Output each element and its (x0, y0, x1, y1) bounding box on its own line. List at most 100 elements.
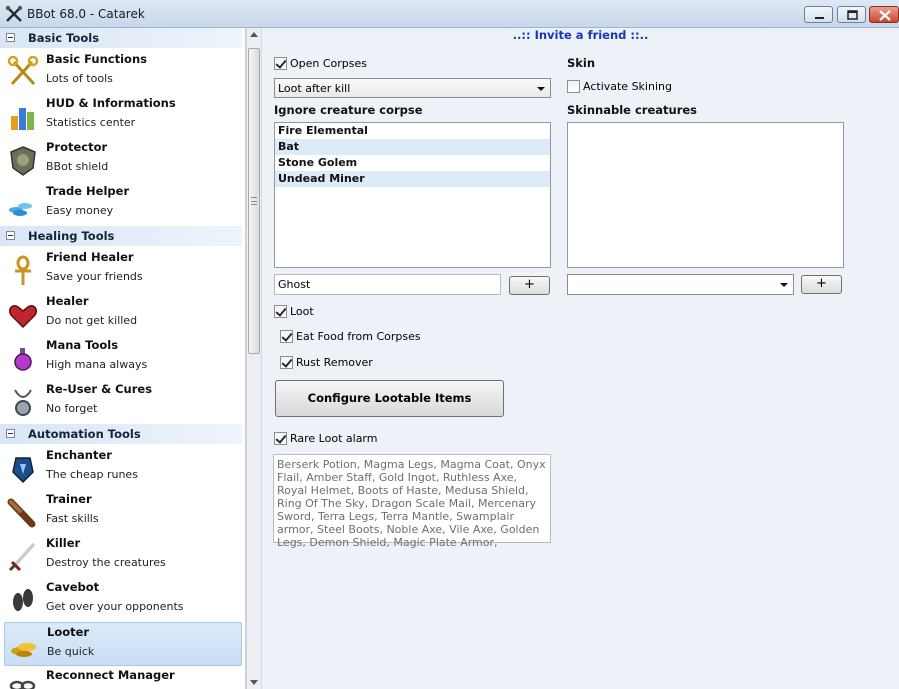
sidebar-item-protector[interactable]: Protector BBot shield (4, 138, 242, 182)
sword-icon (8, 542, 36, 572)
group-label: Healing Tools (28, 229, 115, 243)
rare-loot-alarm-checkbox[interactable]: Rare Loot alarm (274, 432, 377, 445)
activate-skinning-checkbox[interactable]: Activate Skining (567, 80, 672, 93)
group-label: Basic Tools (28, 31, 100, 45)
sidebar: Basic Tools Basic Functions Lots of tool… (0, 28, 246, 689)
collapse-icon[interactable] (6, 33, 15, 42)
close-button[interactable] (869, 6, 899, 23)
add-ignore-creature-button[interactable]: + (509, 276, 550, 295)
item-subtitle: Destroy the creatures (46, 556, 166, 569)
item-title: Trainer (46, 492, 92, 506)
configure-lootable-items-button[interactable]: Configure Lootable Items (275, 380, 504, 417)
checkbox-label: Activate Skining (583, 80, 672, 93)
item-title: Healer (46, 294, 89, 308)
skinnable-creature-select[interactable] (567, 274, 794, 295)
maximize-icon (847, 10, 858, 20)
skinnable-creatures-list[interactable] (567, 122, 844, 268)
list-item[interactable]: Bat (275, 139, 550, 155)
checkbox-label: Rust Remover (296, 356, 373, 369)
item-subtitle: The cheap runes (46, 468, 138, 481)
rune-icon (12, 457, 34, 484)
sidebar-item-re-user-cures[interactable]: Re-User & Cures No forget (4, 380, 242, 424)
group-header-basic-tools[interactable]: Basic Tools (0, 28, 242, 48)
grip-icon (251, 197, 257, 205)
group-header-healing-tools[interactable]: Healing Tools (0, 226, 242, 246)
sidebar-item-hud-informations[interactable]: HUD & Informations Statistics center (4, 94, 242, 138)
sidebar-item-friend-healer[interactable]: Friend Healer Save your friends (4, 248, 242, 292)
minimize-button[interactable] (804, 6, 833, 23)
loot-checkbox[interactable]: Loot (274, 305, 314, 318)
scroll-down-icon[interactable] (250, 680, 258, 685)
item-subtitle: Save your friends (46, 270, 143, 283)
list-item[interactable]: Stone Golem (275, 155, 550, 171)
ignore-creature-label: Ignore creature corpse (274, 103, 423, 117)
item-title: Mana Tools (46, 338, 119, 352)
item-subtitle: High mana always (46, 358, 148, 371)
open-corpses-checkbox[interactable]: Open Corpses (274, 57, 367, 70)
heart-potion-icon (8, 304, 38, 329)
title-bar: BBot 68.0 - Catarek (0, 0, 899, 28)
skinnable-creatures-label: Skinnable creatures (567, 103, 698, 117)
mana-potion-icon (14, 348, 32, 371)
group-header-automation-tools[interactable]: Automation Tools (0, 424, 242, 444)
crossed-tools-icon (5, 5, 23, 22)
collapse-icon[interactable] (6, 231, 15, 240)
select-value: Loot after kill (278, 82, 351, 95)
coins-icon (9, 203, 32, 216)
footprints-icon (13, 589, 33, 611)
item-subtitle: Do not get killed (46, 314, 138, 327)
checkbox-label: Open Corpses (290, 57, 368, 70)
item-subtitle: BBot shield (46, 160, 109, 173)
scrollbar-thumb[interactable] (248, 48, 260, 354)
ignore-creature-list[interactable]: Fire Elemental Bat Stone Golem Undead Mi… (274, 122, 551, 268)
item-subtitle: Be quick (47, 645, 95, 658)
add-skinnable-creature-button[interactable]: + (801, 275, 842, 294)
chain-icon (9, 680, 36, 689)
sidebar-item-killer[interactable]: Killer Destroy the creatures (4, 534, 242, 578)
sidebar-item-healer[interactable]: Healer Do not get killed (4, 292, 242, 336)
eat-food-checkbox[interactable]: Eat Food from Corpses (280, 330, 421, 343)
sidebar-item-trainer[interactable]: Trainer Fast skills (4, 490, 242, 534)
crossed-keys-icon (7, 56, 39, 86)
sidebar-item-enchanter[interactable]: Enchanter The cheap runes (4, 446, 242, 490)
sidebar-scrollbar[interactable] (246, 28, 261, 689)
invite-friend-link[interactable]: ..:: Invite a friend ::.. (262, 28, 899, 42)
maximize-button[interactable] (837, 6, 866, 23)
item-title: Enchanter (46, 448, 112, 462)
item-title: Looter (47, 625, 90, 639)
rust-remover-checkbox[interactable]: Rust Remover (280, 356, 373, 369)
item-subtitle: Fast skills (46, 512, 99, 525)
gold-coins-icon (11, 643, 36, 657)
item-subtitle: No forget (46, 402, 98, 415)
rare-loot-items-textarea[interactable]: Berserk Potion, Magma Legs, Magma Coat, … (273, 454, 551, 549)
ignore-creature-input[interactable]: Ghost (274, 274, 501, 295)
item-title: Re-User & Cures (46, 382, 153, 396)
chevron-down-icon (537, 87, 545, 91)
sidebar-item-basic-functions[interactable]: Basic Functions Lots of tools (4, 50, 242, 94)
chevron-down-icon (780, 283, 788, 287)
list-item[interactable]: Fire Elemental (275, 123, 550, 139)
sidebar-item-looter[interactable]: Looter Be quick (4, 622, 242, 666)
item-title: Cavebot (46, 580, 100, 594)
checkbox-label: Rare Loot alarm (290, 432, 378, 445)
sidebar-item-mana-tools[interactable]: Mana Tools High mana always (4, 336, 242, 380)
item-subtitle: Get over your opponents (46, 600, 184, 613)
sidebar-item-reconnect-manager[interactable]: Reconnect Manager (4, 666, 242, 689)
item-title: Reconnect Manager (46, 668, 175, 682)
scroll-up-icon[interactable] (250, 32, 258, 37)
sidebar-item-trade-helper[interactable]: Trade Helper Easy money (4, 182, 242, 226)
collapse-icon[interactable] (6, 429, 15, 438)
item-title: Protector (46, 140, 108, 154)
minimize-icon (815, 17, 824, 19)
skin-label: Skin (567, 56, 596, 70)
checkbox-checked-icon (274, 305, 287, 318)
close-icon (879, 10, 891, 21)
list-item[interactable]: Undead Miner (275, 171, 550, 187)
checkbox-checked-icon (274, 432, 287, 445)
item-subtitle: Easy money (46, 204, 114, 217)
looter-panel: ..:: Invite a friend ::.. Open Corpses L… (262, 28, 899, 689)
loot-mode-select[interactable]: Loot after kill (274, 78, 551, 98)
sidebar-item-cavebot[interactable]: Cavebot Get over your opponents (4, 578, 242, 622)
group-label: Automation Tools (28, 427, 141, 441)
checkbox-unchecked-icon (567, 80, 580, 93)
